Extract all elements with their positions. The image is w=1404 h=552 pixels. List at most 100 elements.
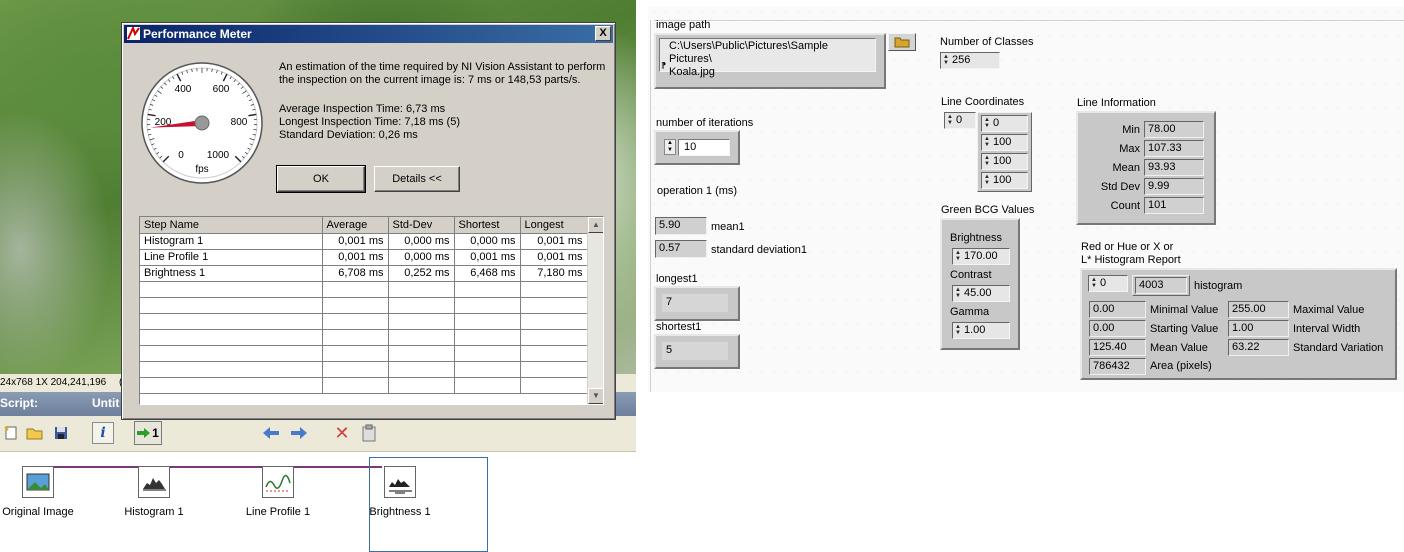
spinner-icon[interactable]: ▲ ▼ (942, 54, 950, 67)
table-cell (454, 313, 521, 330)
std-dev-indicator: 0.57 (655, 240, 707, 258)
spinner-icon[interactable]: ▲ ▼ (983, 174, 991, 187)
brightness-control[interactable]: ▲ ▼ 170.00 (952, 248, 1010, 265)
table-cell (140, 361, 323, 378)
step-timing-table[interactable]: Step Name Average Std-Dev Shortest Longe… (139, 216, 604, 405)
gamma-control[interactable]: ▲ ▼ 1.00 (952, 322, 1010, 339)
step-label: Original Image (2, 506, 74, 518)
line-coord-element[interactable]: ▲ ▼ 100 (981, 134, 1028, 151)
line-coord-value: 100 (993, 155, 1012, 167)
gauge-unit: fps (195, 164, 208, 175)
column-header[interactable]: Longest (520, 217, 588, 234)
image-path-label: image path (656, 19, 711, 31)
table-cell (140, 313, 323, 330)
browse-button[interactable] (888, 33, 916, 51)
spinner-icon[interactable]: ▲ ▼ (954, 324, 962, 337)
table-row[interactable] (140, 329, 588, 346)
brightness-value: 170.00 (964, 250, 998, 262)
table-cell: 0,252 ms (388, 265, 455, 282)
array-index-value: 0 (1100, 277, 1107, 289)
spinner-icon[interactable]: ▲ ▼ (954, 250, 962, 263)
table-row[interactable] (140, 281, 588, 298)
scroll-up-icon[interactable]: ▲ (588, 217, 603, 233)
table-row[interactable] (140, 345, 588, 362)
clipboard-icon[interactable] (358, 422, 380, 444)
longest-inspection-time: Longest Inspection Time: 7,18 ms (5) (279, 116, 460, 128)
run-iteration-button[interactable]: 1 (134, 421, 162, 445)
dialog-titlebar[interactable]: Performance Meter X (124, 25, 613, 43)
close-button[interactable]: X (595, 26, 611, 41)
line-coord-element[interactable]: ▲ ▼ 100 (981, 153, 1028, 170)
table-cell (322, 377, 389, 394)
move-right-icon[interactable] (288, 422, 310, 444)
table-cell (388, 281, 455, 298)
table-row[interactable] (140, 377, 588, 394)
table-cell (388, 361, 455, 378)
column-header[interactable]: Step Name (140, 217, 323, 234)
histogram-index[interactable]: ▲ ▼ 0 (1088, 275, 1128, 292)
step-line-profile[interactable]: Line Profile 1 (240, 466, 316, 518)
spinner-icon[interactable]: ▲ ▼ (1090, 277, 1098, 290)
ok-button[interactable]: OK (276, 165, 366, 193)
histogram-value: 4003 (1135, 277, 1187, 294)
line-info-item-label: Min (1122, 124, 1140, 136)
iterations-control[interactable]: ▲ ▼ 10 (654, 130, 740, 165)
iterations-spinner[interactable]: ▲ ▼ (664, 139, 676, 155)
table-cell (454, 329, 521, 346)
image-path-control[interactable]: C:\Users\Public\Pictures\Sample Pictures… (654, 33, 886, 89)
app-icon (127, 25, 140, 40)
spinner-icon[interactable]: ▲ ▼ (954, 287, 962, 300)
num-classes-control[interactable]: ▲ ▼ 256 (940, 52, 1000, 69)
spinner-icon[interactable]: ▲ ▼ (983, 155, 991, 168)
new-script-icon[interactable] (0, 422, 22, 444)
interval-width-label: Interval Width (1293, 323, 1361, 335)
standard-variation-indicator: 63.22 (1228, 339, 1289, 356)
save-script-icon[interactable] (50, 422, 72, 444)
image-path-input[interactable]: C:\Users\Public\Pictures\Sample Pictures… (659, 38, 876, 78)
delete-step-icon[interactable]: ✕ (331, 422, 353, 444)
table-row[interactable]: Histogram 1 0,001 ms 0,000 ms 0,000 ms 0,001… (140, 233, 588, 250)
line-coord-element[interactable]: ▲ ▼ 100 (981, 172, 1028, 189)
column-header[interactable]: Average (322, 217, 389, 234)
contrast-value: 45.00 (964, 287, 992, 299)
table-cell (520, 329, 588, 346)
column-header[interactable]: Shortest (454, 217, 521, 234)
step-connector (27, 466, 382, 468)
dialog-title: Performance Meter (143, 27, 252, 41)
move-left-icon[interactable] (260, 422, 282, 444)
table-cell (322, 345, 389, 362)
step-brightness[interactable]: Brightness 1 (362, 466, 438, 518)
details-button[interactable]: Details << (374, 166, 460, 192)
spinner-icon[interactable]: ▲ ▼ (983, 136, 991, 149)
table-row[interactable]: Brightness 1 6,708 ms 0,252 ms 6,468 ms 7,18… (140, 265, 588, 282)
table-row[interactable]: Line Profile 1 0,001 ms 0,000 ms 0,001 ms 0,… (140, 249, 588, 266)
info-icon[interactable]: i (92, 422, 114, 444)
path-indicator-icon: ⁋ (661, 61, 667, 70)
step-histogram[interactable]: Histogram 1 (116, 466, 192, 518)
line-coord-element[interactable]: ▲ ▼ 0 (981, 115, 1028, 132)
scroll-down-icon[interactable]: ▼ (588, 388, 603, 404)
performance-meter-dialog: Performance Meter X 200 400 600 800 0 10… (121, 22, 616, 420)
iterations-input[interactable]: 10 (678, 139, 730, 156)
line-coords-index[interactable]: ▲ ▼ 0 (944, 112, 976, 129)
table-cell (520, 281, 588, 298)
gauge-tick-label: 400 (175, 84, 192, 95)
estimate-line: An estimation of the time required by NI… (279, 61, 606, 73)
mean-value-label: Mean Value (1150, 342, 1208, 354)
table-row[interactable] (140, 313, 588, 330)
table-scrollbar[interactable]: ▲ ▼ (587, 217, 603, 404)
open-script-icon[interactable] (24, 422, 46, 444)
table-cell (322, 281, 389, 298)
step-original-image[interactable]: Original Image (0, 466, 76, 518)
spinner-icon[interactable]: ▲ ▼ (983, 117, 991, 130)
mean-indicator: 5.90 (655, 217, 707, 235)
table-header-row: Step Name Average Std-Dev Shortest Longe… (140, 217, 588, 234)
table-cell: 0,001 ms (454, 249, 521, 266)
longest-label: longest1 (656, 273, 698, 285)
table-row[interactable] (140, 361, 588, 378)
contrast-control[interactable]: ▲ ▼ 45.00 (952, 285, 1010, 302)
panel-divider (654, 20, 1404, 21)
column-header[interactable]: Std-Dev (388, 217, 455, 234)
table-row[interactable] (140, 297, 588, 314)
spinner-icon[interactable]: ▲ ▼ (946, 114, 954, 127)
